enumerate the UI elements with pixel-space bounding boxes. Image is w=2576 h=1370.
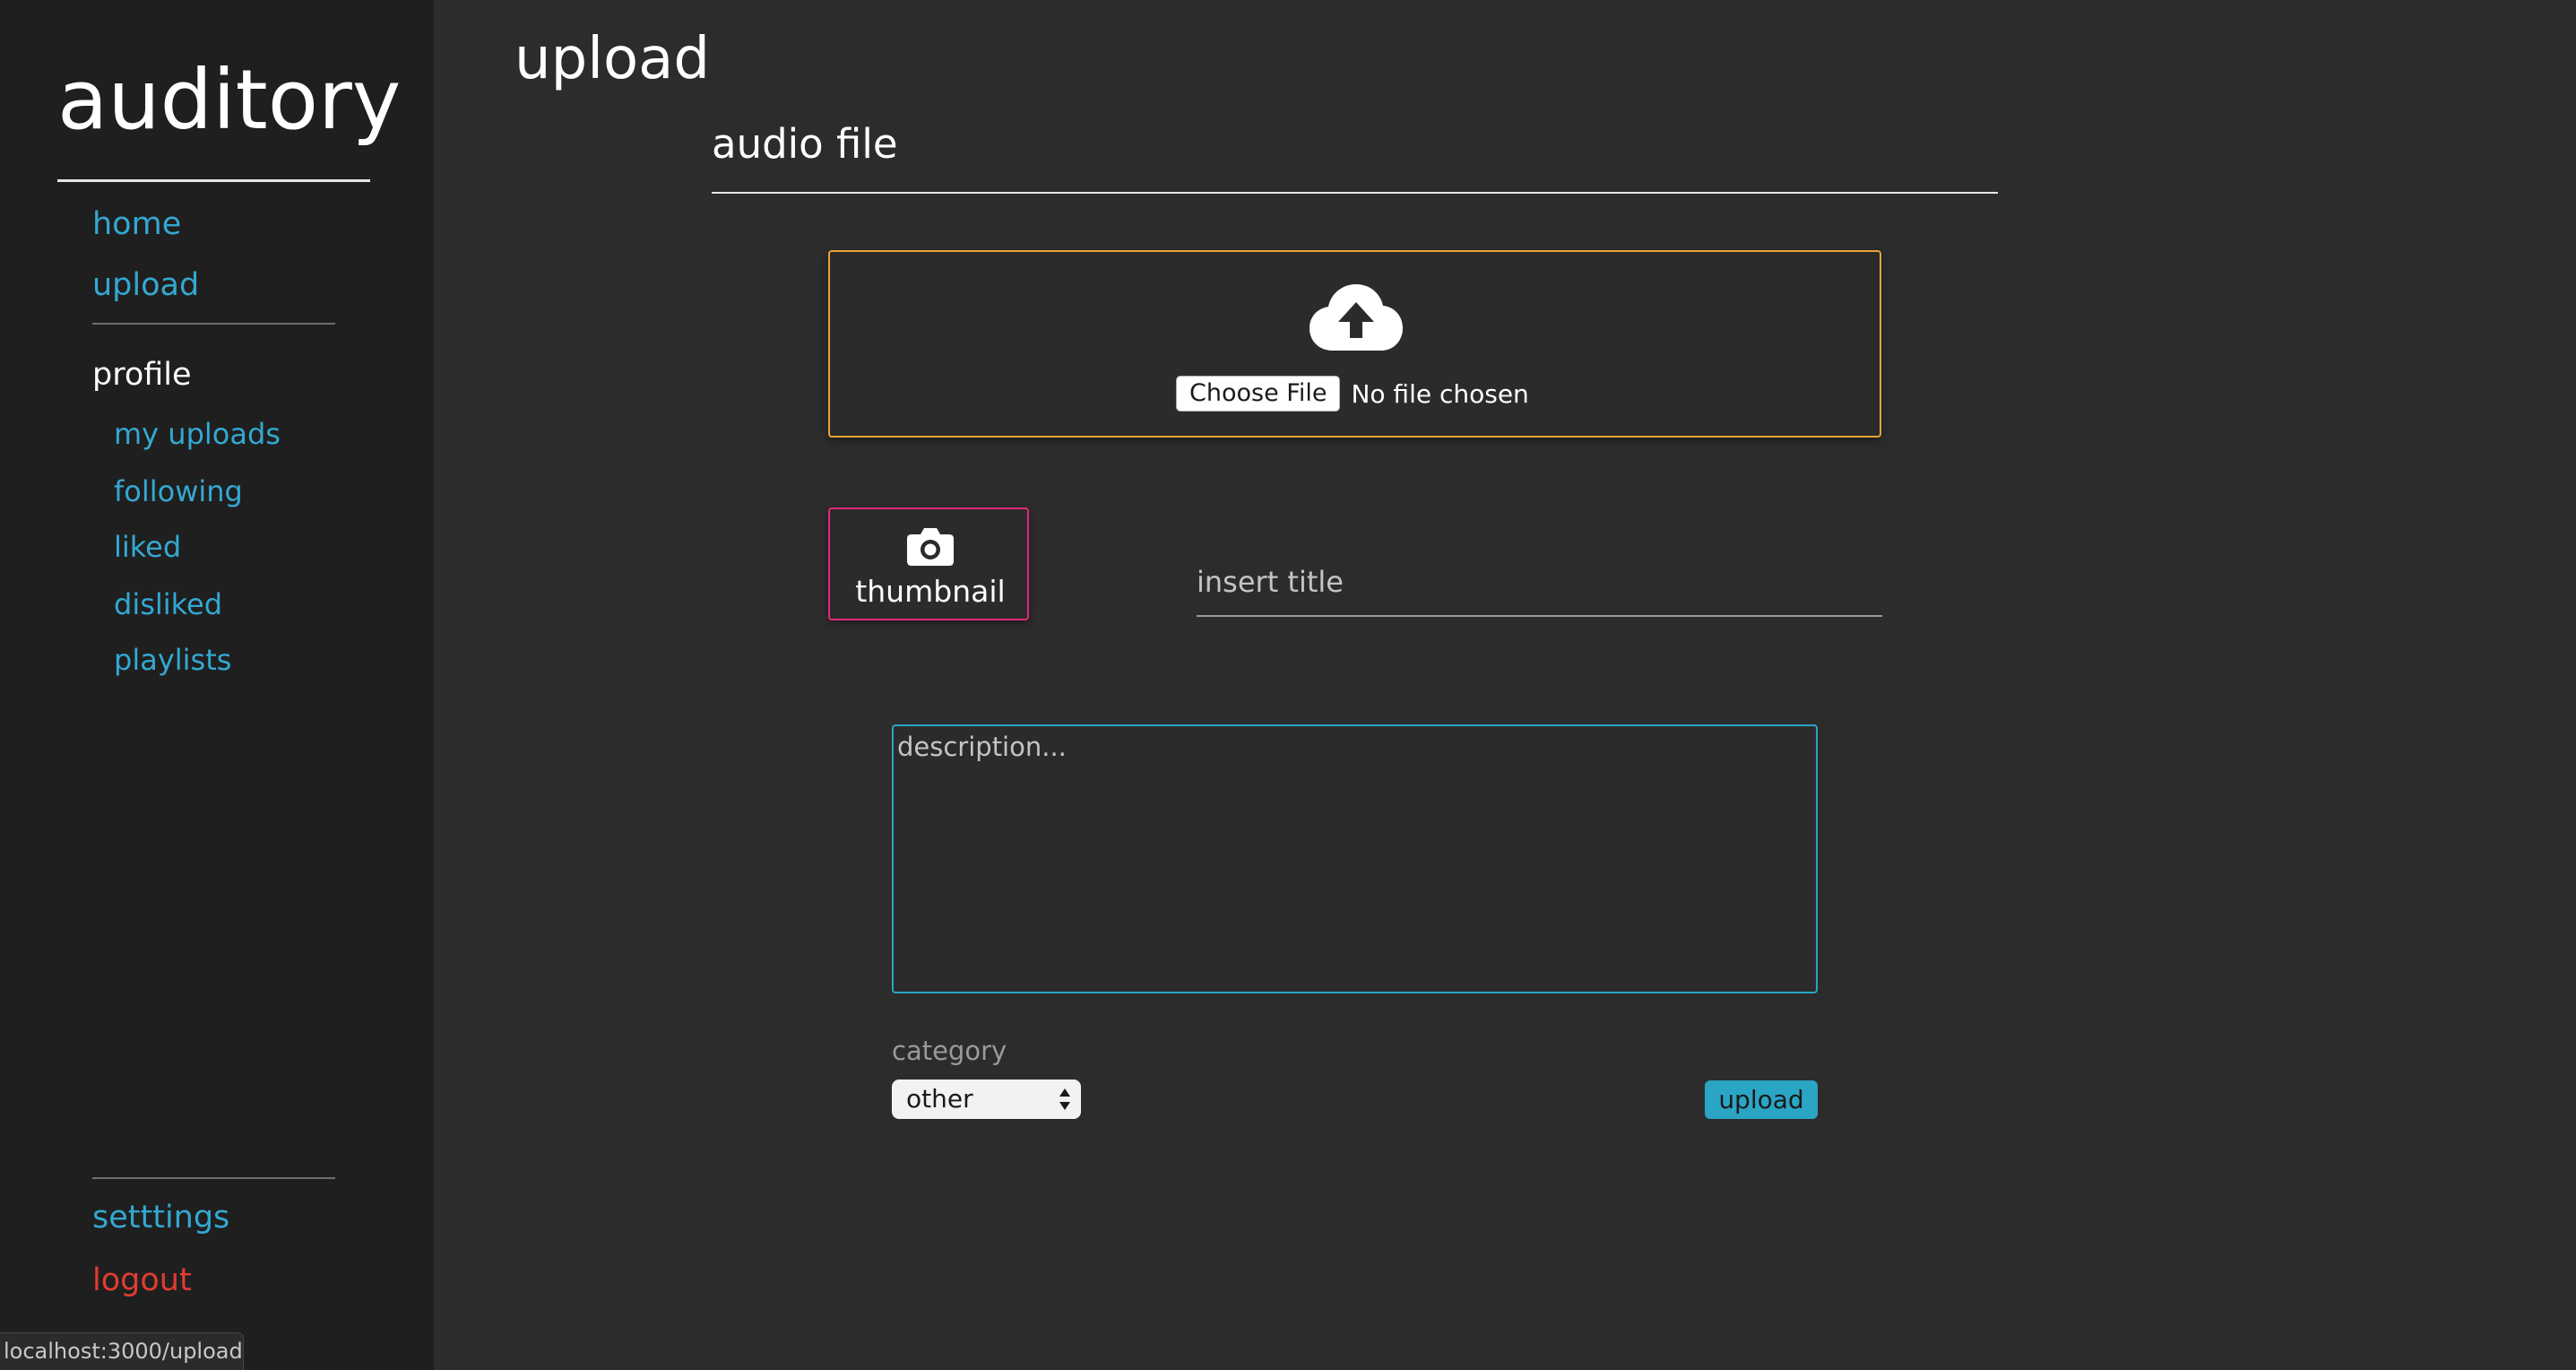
- audio-file-dropzone[interactable]: Choose File No file chosen: [828, 250, 1881, 438]
- sidebar-divider: [92, 323, 335, 325]
- camera-icon: [907, 528, 954, 566]
- audio-section-title: audio file: [712, 120, 898, 168]
- logout-link[interactable]: logout: [92, 1261, 192, 1300]
- sidebar-item-my-uploads[interactable]: my uploads: [114, 415, 281, 453]
- sidebar-item-settings[interactable]: setttings: [92, 1198, 229, 1237]
- select-arrows-icon: [1059, 1088, 1070, 1110]
- choose-file-button[interactable]: Choose File: [1176, 376, 1341, 412]
- file-status-text: No file chosen: [1351, 378, 1529, 409]
- title-input[interactable]: [1197, 549, 1882, 617]
- thumbnail-label: thumbnail: [855, 574, 1006, 609]
- page-title: upload: [514, 26, 710, 92]
- sidebar-item-disliked[interactable]: disliked: [114, 585, 222, 623]
- sidebar: auditory home upload profile my uploads …: [0, 0, 434, 1370]
- upload-button[interactable]: upload: [1705, 1080, 1818, 1119]
- description-textarea[interactable]: [892, 724, 1818, 993]
- sidebar-item-home[interactable]: home: [92, 204, 181, 244]
- category-select[interactable]: other: [892, 1080, 1081, 1119]
- cloud-upload-icon: [1310, 284, 1403, 351]
- browser-status-url: localhost:3000/upload: [0, 1332, 244, 1370]
- thumbnail-button[interactable]: thumbnail: [828, 507, 1029, 620]
- sidebar-item-following[interactable]: following: [114, 473, 243, 510]
- sidebar-item-liked[interactable]: liked: [114, 528, 181, 566]
- sidebar-divider: [92, 1177, 335, 1179]
- category-selected-value: other: [906, 1084, 973, 1114]
- file-input[interactable]: Choose File No file chosen: [1176, 376, 1529, 412]
- sidebar-item-playlists[interactable]: playlists: [114, 641, 231, 679]
- category-label: category: [892, 1036, 1007, 1066]
- brand-logo[interactable]: auditory: [57, 47, 401, 154]
- audio-section-divider: [712, 192, 1998, 194]
- sidebar-item-upload[interactable]: upload: [92, 265, 199, 305]
- sidebar-profile-heading: profile: [92, 357, 192, 393]
- brand-divider: [57, 179, 370, 182]
